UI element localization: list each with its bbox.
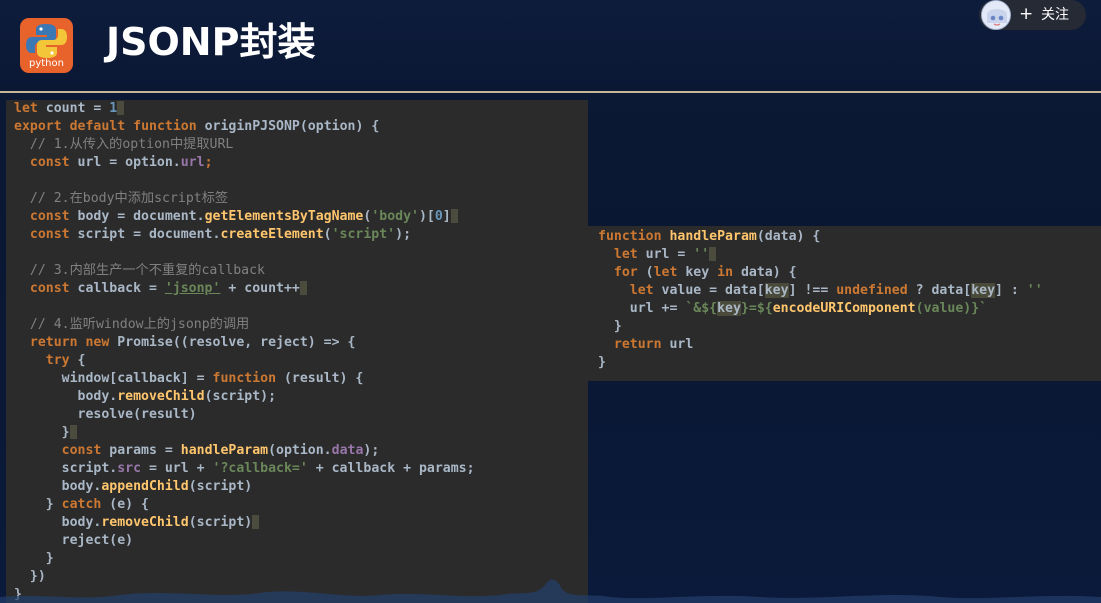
avatar-icon xyxy=(982,1,1010,29)
plus-icon: + xyxy=(1019,4,1034,24)
code-line: return url xyxy=(598,337,694,352)
code-comment: // 2.在body中添加script标签 xyxy=(14,191,229,206)
code-line: const callback = 'jsonp' + count++ xyxy=(14,280,307,298)
code-line: body.removeChild(script); xyxy=(14,389,277,404)
code-line: for (let key in data) { xyxy=(598,265,797,280)
code-line: const params = handleParam(option.data); xyxy=(14,443,380,458)
code-line: try { xyxy=(14,353,86,368)
code-line: body.removeChild(script) xyxy=(14,514,260,532)
code-line: resolve(result) xyxy=(14,407,197,422)
python-logo-icon: python xyxy=(20,18,73,73)
code-comment: // 3.内部生产一个不重复的callback xyxy=(14,263,265,278)
code-line: url += `&${key}=${encodeURIComponent(val… xyxy=(598,301,988,316)
waveform-decoration xyxy=(0,579,1101,603)
code-line: const url = option.url; xyxy=(14,155,213,170)
code-panel-origin-pjsonp[interactable]: let count = 1 export default function or… xyxy=(6,100,588,603)
page-title: JSONP封装 xyxy=(106,20,316,64)
follow-button[interactable]: + 关注 xyxy=(979,0,1086,30)
code-line: } xyxy=(14,551,54,566)
code-comment: // 4.监听window上的jsonp的调用 xyxy=(14,317,250,332)
code-line: export default function originPJSONP(opt… xyxy=(14,119,380,134)
code-line: } xyxy=(14,424,77,442)
code-line: function handleParam(data) { xyxy=(598,229,821,244)
code-line: script.src = url + '?callback=' + callba… xyxy=(14,461,475,476)
slide-header: python JSONP封装 + 关注 xyxy=(0,0,1101,92)
code-line: body.appendChild(script) xyxy=(14,479,253,494)
code-line: reject(e) xyxy=(14,533,134,548)
header-divider xyxy=(0,91,1101,93)
python-snake-icon xyxy=(26,24,67,58)
logo-text: python xyxy=(29,58,64,69)
code-line: let url = '' xyxy=(598,246,717,264)
code-line: window[callback] = function (result) { xyxy=(14,371,364,386)
code-comment: // 1.从传入的option中提取URL xyxy=(14,137,234,152)
code-line: const script = document.createElement('s… xyxy=(14,227,412,242)
code-line: } catch (e) { xyxy=(14,497,149,512)
avatar[interactable] xyxy=(981,0,1011,30)
follow-label: 关注 xyxy=(1041,7,1069,23)
code-line: return new Promise((resolve, reject) => … xyxy=(14,335,356,350)
code-line: let value = data[key] !== undefined ? da… xyxy=(598,283,1043,298)
code-panel-handle-param[interactable]: function handleParam(data) { let url = '… xyxy=(588,226,1101,381)
code-line: const body = document.getElementsByTagNa… xyxy=(14,208,458,226)
code-line: } xyxy=(598,319,622,334)
code-line: } xyxy=(598,355,606,370)
code-line: let count = 1 xyxy=(14,100,125,118)
